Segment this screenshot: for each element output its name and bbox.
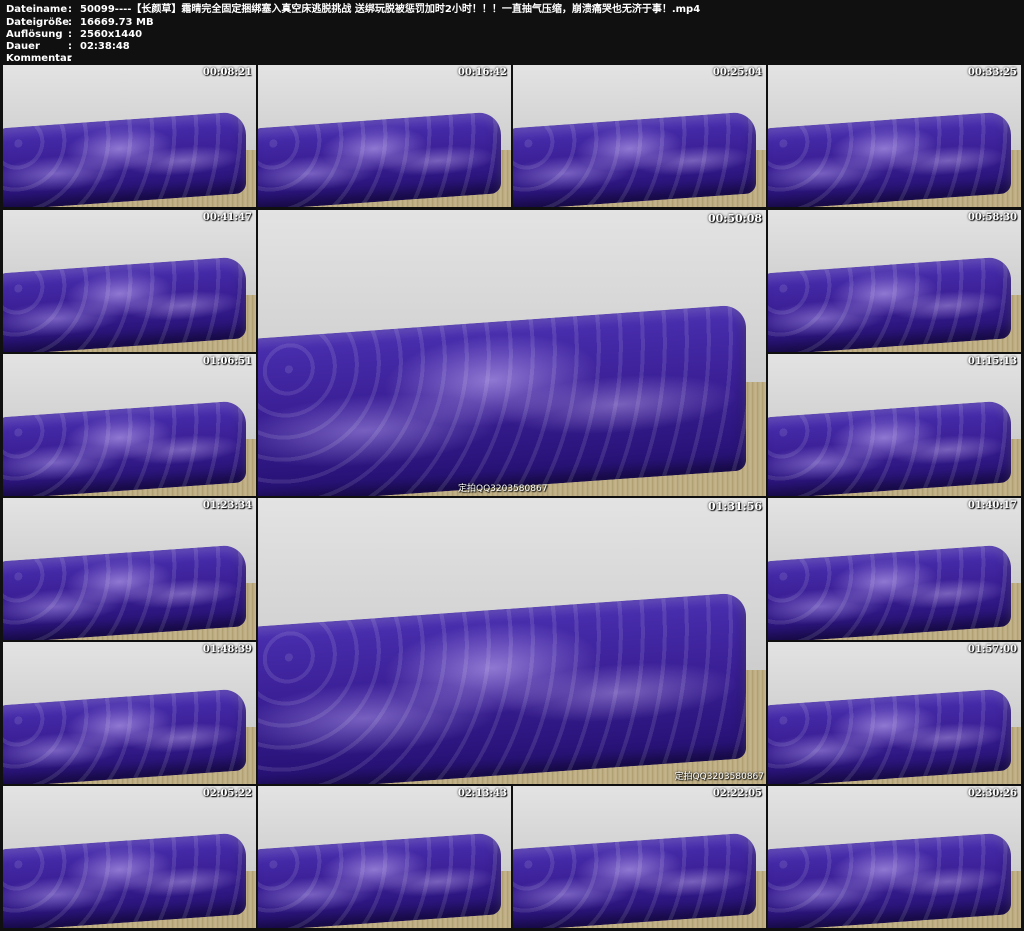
- thumbnail-timestamp: 01:23:34: [202, 500, 252, 511]
- thumbnail-timestamp: 00:50:08: [707, 212, 762, 225]
- vacuum-bed: [768, 400, 1011, 496]
- thumbnail-timestamp: 02:13:43: [457, 788, 507, 799]
- thumbnail-frame: 00:08:21: [3, 65, 256, 207]
- vacuum-bed: [258, 591, 746, 784]
- thumbnail-timestamp: 01:06:51: [202, 356, 252, 367]
- thumbnail-frame: 01:57:00: [768, 642, 1021, 784]
- thumbnail-frame: 00:41:47: [3, 210, 256, 352]
- vacuum-bed: [3, 544, 246, 640]
- thumbnail-timestamp: 00:25:04: [712, 67, 762, 78]
- vacuum-bed: [3, 400, 246, 496]
- thumbnail-timestamp: 00:58:30: [967, 212, 1017, 223]
- vacuum-bed: [768, 544, 1011, 640]
- thumbnail-timestamp: 00:33:25: [967, 67, 1017, 78]
- thumbnail-frame: 02:05:22: [3, 786, 256, 928]
- thumbnail-frame: 02:13:43: [258, 786, 511, 928]
- thumbnail-grid: 00:08:21 00:16:42 00:25:04 00:33:25 00:41:47…: [0, 0, 1024, 931]
- watermark-text: 定拍QQ3203580867: [458, 484, 548, 494]
- vacuum-bed: [3, 688, 246, 784]
- vacuum-bed: [3, 832, 246, 928]
- thumbnail-timestamp: 00:41:47: [202, 212, 252, 223]
- thumbnail-frame: 01:48:39: [3, 642, 256, 784]
- thumbnail-frame: 00:16:42: [258, 65, 511, 207]
- vacuum-bed: [258, 303, 746, 496]
- thumbnail-frame: 01:15:13: [768, 354, 1021, 496]
- vacuum-bed: [768, 688, 1011, 784]
- thumbnail-frame: 02:22:05: [513, 786, 766, 928]
- thumbnail-frame: 01:06:51: [3, 354, 256, 496]
- thumbnail-frame: 02:30:26: [768, 786, 1021, 928]
- thumbnail-timestamp: 00:16:42: [457, 67, 507, 78]
- thumbnail-timestamp: 02:05:22: [202, 788, 252, 799]
- thumbnail-timestamp: 01:31:56: [707, 500, 762, 513]
- thumbnail-frame: 00:58:30: [768, 210, 1021, 352]
- vacuum-bed: [258, 832, 501, 928]
- vacuum-bed: [3, 111, 246, 207]
- thumbnail-frame: 01:23:34: [3, 498, 256, 640]
- thumbnail-timestamp: 02:22:05: [712, 788, 762, 799]
- thumbnail-frame: 00:25:04: [513, 65, 766, 207]
- thumbnail-frame: 00:50:08 定拍QQ3203580867: [258, 210, 766, 496]
- vacuum-bed: [513, 111, 756, 207]
- watermark-text: 定拍QQ3203580867: [674, 772, 764, 782]
- thumbnail-frame: 00:33:25: [768, 65, 1021, 207]
- vacuum-bed: [768, 832, 1011, 928]
- vacuum-bed: [768, 111, 1011, 207]
- thumbnail-frame: 01:31:56 定拍QQ3203580867: [258, 498, 766, 784]
- thumbnail-timestamp: 01:15:13: [967, 356, 1017, 367]
- thumbnail-timestamp: 02:30:26: [967, 788, 1017, 799]
- thumbnail-timestamp: 01:48:39: [202, 644, 252, 655]
- thumbnail-timestamp: 00:08:21: [202, 67, 252, 78]
- thumbnail-timestamp: 01:40:17: [967, 500, 1017, 511]
- vacuum-bed: [3, 256, 246, 352]
- thumbnail-frame: 01:40:17: [768, 498, 1021, 640]
- vacuum-bed: [513, 832, 756, 928]
- vacuum-bed: [768, 256, 1011, 352]
- vacuum-bed: [258, 111, 501, 207]
- thumbnail-timestamp: 01:57:00: [967, 644, 1017, 655]
